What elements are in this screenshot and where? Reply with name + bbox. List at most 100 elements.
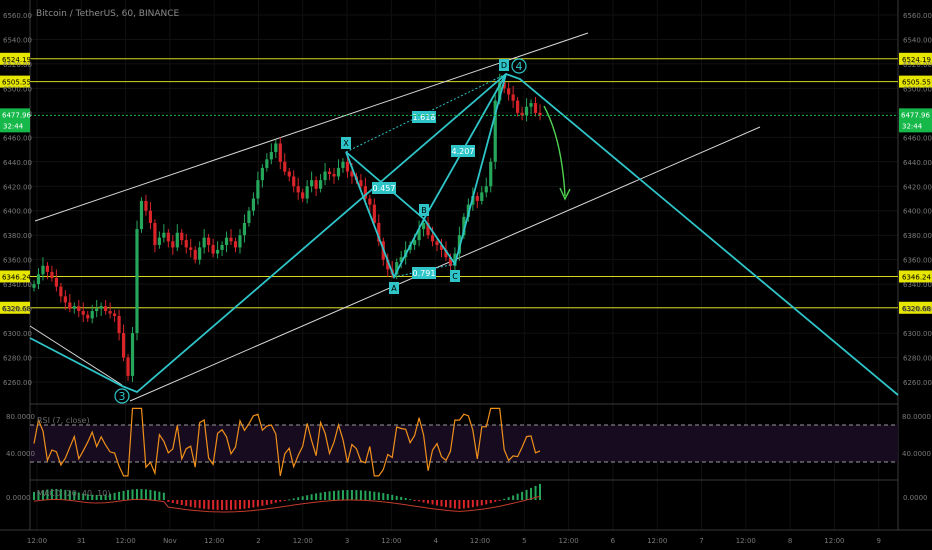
price-tick-label: 6280.00	[903, 355, 932, 363]
macd-bar	[279, 500, 282, 502]
candle-body	[162, 232, 166, 238]
macd-bar	[167, 500, 170, 502]
candle-body	[72, 306, 76, 309]
wave-3-marker: 3	[114, 388, 130, 404]
time-tick-label: 7	[699, 537, 703, 545]
macd-bar	[283, 500, 286, 501]
left-price-tick-label: 6340.00	[3, 281, 32, 289]
candle-body	[247, 210, 251, 223]
macd-bar	[346, 490, 349, 500]
macd-bar	[324, 491, 327, 500]
time-tick-label: 3	[345, 537, 349, 545]
left-price-tick-label: 6540.00	[3, 36, 32, 44]
macd-bar	[118, 491, 121, 500]
macd-bar	[404, 497, 407, 500]
candle-body	[296, 186, 300, 193]
fib-ratio-label: 4.207	[452, 147, 475, 156]
macd-bar	[171, 500, 174, 503]
price-tick-label: 6380.00	[903, 232, 932, 240]
time-tick-label: 12:00	[470, 537, 490, 545]
macd-bar	[158, 491, 161, 500]
macd-bar	[180, 500, 183, 506]
time-tick-label: 12:00	[559, 537, 579, 545]
candle-body	[202, 237, 206, 248]
pattern-point-label: C	[452, 272, 458, 281]
candle-body	[81, 311, 85, 315]
rsi-label: RSI (7, close)	[37, 416, 90, 425]
candle-body	[372, 204, 376, 223]
macd-bar	[297, 497, 300, 500]
pattern-point-label: X	[343, 139, 349, 148]
candle-body	[224, 237, 229, 245]
price-tick-label: 6300.00	[903, 330, 932, 338]
candle-body	[41, 265, 45, 275]
candle-body	[121, 333, 126, 358]
macd-bar	[453, 500, 456, 509]
left-price-tick-label: 6520.00	[3, 61, 32, 69]
macd-bar	[431, 500, 434, 505]
macd-bar	[368, 491, 371, 500]
candle-body	[269, 152, 273, 160]
candle-body	[95, 308, 99, 312]
time-tick-label: 12:00	[647, 537, 667, 545]
macd-bar	[337, 490, 340, 500]
candle-body	[117, 315, 121, 334]
macd-bar	[333, 490, 336, 500]
price-tick-label: 6560.00	[903, 12, 932, 20]
current-price-label: 6477.96	[2, 111, 31, 119]
fib-ratio-label: 0.791	[413, 269, 436, 278]
macd-bar	[247, 500, 250, 509]
time-tick-label: 2	[256, 537, 260, 545]
wave-3-label: 3	[119, 390, 126, 403]
macd-bar	[350, 490, 353, 500]
candle-body	[126, 357, 130, 376]
rsi-tick-40-left: 40.0000	[6, 450, 35, 458]
macd-bar	[216, 500, 219, 510]
wave-4-marker: 4	[511, 58, 527, 74]
macd-bar	[444, 500, 447, 508]
candle-body	[144, 200, 148, 211]
rsi-tick-40: 40.0000	[902, 450, 931, 458]
current-price-label: 6477.96	[901, 111, 930, 119]
macd-bar	[135, 489, 138, 500]
macd-bar	[185, 500, 188, 506]
bar-countdown-label: 32:44	[902, 122, 923, 130]
macd-tick-right: 0.0000	[903, 494, 928, 502]
macd-bar	[539, 483, 541, 500]
candle-body	[256, 180, 260, 199]
time-tick-label: 12:00	[204, 537, 224, 545]
candle-body	[524, 106, 529, 116]
macd-bar	[480, 500, 483, 506]
macd-bar	[153, 490, 156, 500]
macd-bar	[485, 500, 488, 505]
macd-bar	[395, 495, 398, 500]
candle-body	[193, 249, 197, 260]
macd-bar	[212, 500, 215, 510]
macd-bar	[422, 500, 425, 503]
time-tick-label: 12:00	[736, 537, 756, 545]
macd-bar	[328, 491, 331, 500]
candlestick-chart[interactable]: 6524.196524.196505.556505.556346.246346.…	[0, 0, 932, 550]
price-tick-label: 6520.00	[903, 61, 932, 69]
candle-body	[215, 249, 220, 254]
left-price-tick-label: 6380.00	[3, 232, 32, 240]
macd-bar	[498, 500, 501, 501]
price-tick-label: 6260.00	[903, 379, 932, 387]
macd-bar	[436, 500, 439, 506]
wave-4-label: 4	[516, 60, 523, 73]
candle-body	[323, 171, 327, 181]
macd-bar	[176, 500, 179, 505]
macd-bar	[140, 489, 143, 500]
candle-body	[63, 296, 67, 303]
macd-bar	[503, 498, 506, 500]
candle-body	[368, 198, 372, 205]
macd-bar	[127, 490, 130, 500]
candle-body	[332, 174, 336, 177]
candle-body	[287, 171, 291, 177]
macd-bar	[507, 497, 510, 500]
left-price-tick-label: 6460.00	[3, 134, 32, 142]
macd-bar	[413, 500, 416, 501]
candle-body	[480, 192, 484, 201]
macd-bar	[400, 496, 403, 500]
time-tick-label: 12:00	[27, 537, 47, 545]
